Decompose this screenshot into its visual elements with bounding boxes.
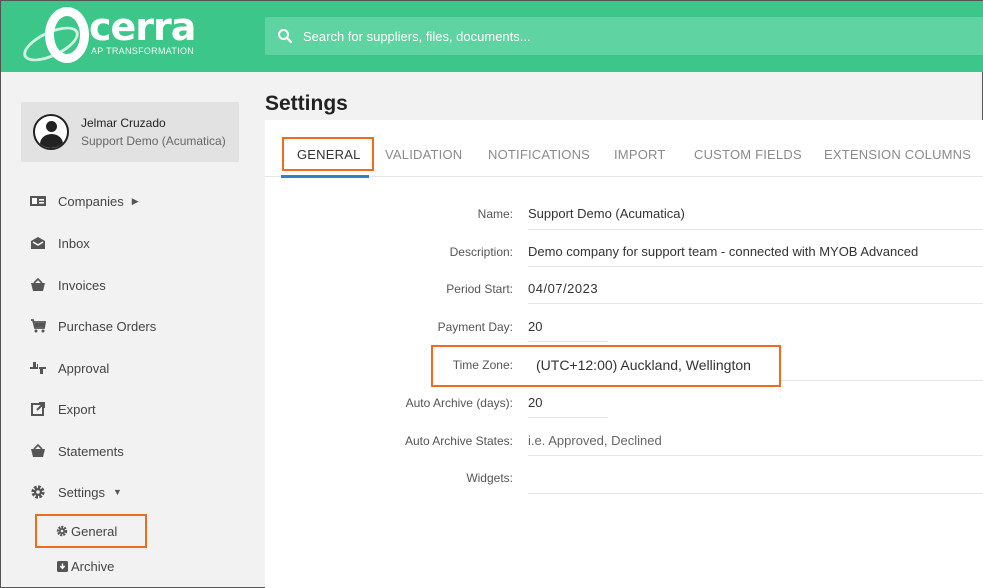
name-field[interactable]: Support Demo (Acumatica): [528, 206, 685, 221]
tab-notifications[interactable]: NOTIFICATIONS: [488, 147, 590, 162]
sidebar-item-label: Settings: [58, 484, 105, 500]
sidebar-item-label: Invoices: [58, 277, 106, 293]
archive-icon: [56, 560, 68, 572]
auto-archive-days-field[interactable]: 20: [528, 395, 542, 410]
active-tab-indicator: [281, 175, 369, 178]
sidebar-item-label: Export: [58, 401, 96, 417]
caret-down-icon: ▼: [112, 487, 122, 497]
id-card-icon: [29, 192, 47, 210]
sidebar-item-companies[interactable]: Companies ▶: [21, 187, 241, 215]
logo-wordmark: cerra: [89, 5, 196, 49]
highlight-box-general: [35, 514, 147, 548]
period-start-label: Period Start:: [446, 282, 513, 296]
payment-day-field[interactable]: 20: [528, 319, 542, 334]
user-organization: Support Demo (Acumatica): [81, 134, 226, 148]
tab-validation[interactable]: VALIDATION: [385, 147, 462, 162]
cerra-logo[interactable]: cerra AP TRANSFORMATION: [18, 5, 199, 69]
sidebar-item-approval[interactable]: Approval: [21, 354, 241, 382]
sidebar-item-invoices[interactable]: Invoices: [21, 271, 241, 299]
tab-import[interactable]: IMPORT: [614, 147, 666, 162]
page-title: Settings: [265, 92, 348, 115]
period-start-field[interactable]: 04/07/2023: [528, 281, 598, 296]
highlight-box-general-tab: [282, 137, 374, 171]
sidebar-item-label: Approval: [58, 360, 110, 376]
sidebar-item-label: Purchase Orders: [58, 318, 157, 334]
description-label: Description:: [449, 245, 513, 259]
basket-icon: [29, 442, 47, 460]
sidebar-item-label: Companies: [58, 193, 124, 209]
sidebar-item-statements[interactable]: Statements: [21, 437, 241, 465]
cart-icon: [29, 317, 47, 335]
top-header: cerra AP TRANSFORMATION: [1, 1, 983, 72]
thumbs-icon: [29, 359, 47, 377]
auto-archive-states-label: Auto Archive States:: [404, 434, 513, 448]
description-field[interactable]: Demo company for support team - connecte…: [528, 244, 918, 259]
tab-extension-columns[interactable]: EXTENSION COLUMNS: [824, 147, 971, 162]
auto-archive-states-field[interactable]: i.e. Approved, Declined: [528, 433, 662, 448]
search-icon: [278, 29, 293, 44]
highlight-box-time-zone: [431, 345, 781, 387]
user-card[interactable]: Jelmar Cruzado Support Demo (Acumatica): [21, 102, 239, 162]
tab-custom-fields[interactable]: CUSTOM FIELDS: [694, 147, 802, 162]
payment-day-label: Payment Day:: [437, 320, 513, 334]
sidebar-item-settings[interactable]: Settings ▼: [21, 478, 241, 506]
sidebar-item-export[interactable]: Export: [21, 395, 241, 423]
name-label: Name:: [477, 207, 513, 221]
user-name: Jelmar Cruzado: [81, 116, 166, 130]
sidebar-item-purchase-orders[interactable]: Purchase Orders: [21, 312, 241, 340]
sidebar-item-label: Inbox: [58, 235, 90, 251]
settings-tabs: GENERAL VALIDATION NOTIFICATIONS IMPORT …: [265, 120, 983, 178]
search-input[interactable]: [303, 17, 973, 55]
envelope-icon: [29, 234, 47, 252]
basket-icon: [29, 276, 47, 294]
avatar: [33, 114, 69, 150]
global-search[interactable]: [265, 17, 983, 55]
sidebar-item-inbox[interactable]: Inbox: [21, 229, 241, 257]
caret-right-icon: ▶: [131, 195, 139, 206]
logo-o-mark: [45, 7, 89, 63]
logo-subtitle: AP TRANSFORMATION: [91, 46, 195, 56]
widgets-label: Widgets:: [466, 471, 513, 485]
sidebar-subitem-label: Archive: [71, 558, 115, 574]
external-link-icon: [29, 400, 47, 418]
sidebar-subitem-archive[interactable]: Archive: [56, 553, 114, 579]
gear-icon: [29, 483, 47, 501]
sidebar-item-label: Statements: [58, 443, 124, 459]
auto-archive-days-label: Auto Archive (days):: [405, 396, 513, 410]
